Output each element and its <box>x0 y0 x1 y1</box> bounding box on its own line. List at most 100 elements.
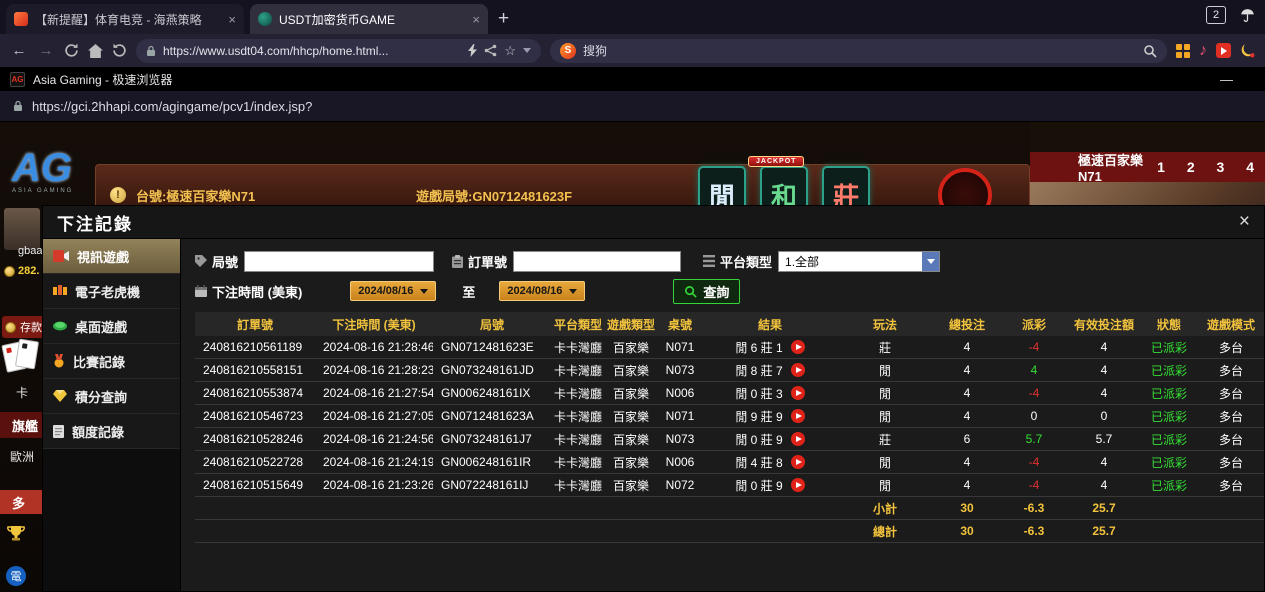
cell-order: 240816210528246 <box>195 432 315 446</box>
close-tab-icon[interactable]: × <box>228 12 236 27</box>
cell-order: 240816210546723 <box>195 409 315 423</box>
cell-game-mode: 多台 <box>1197 408 1264 425</box>
music-icon[interactable]: ♪ <box>1199 42 1207 60</box>
share-icon[interactable] <box>484 44 497 57</box>
lock-icon <box>13 100 23 112</box>
hall-item-multi[interactable]: 多 <box>0 490 42 514</box>
apps-grid-icon[interactable] <box>1176 44 1190 58</box>
hall-item-electronic[interactable]: 電 <box>6 566 26 586</box>
order-input[interactable] <box>513 251 681 272</box>
cell-total-bet: 4 <box>933 455 1001 469</box>
home-icon[interactable] <box>88 44 103 58</box>
ag-logo-subtext: ASIA GAMING <box>12 188 73 194</box>
game-area: AG ASIA GAMING ! 台號:極速百家樂N71 遊戲局號:GN0712… <box>0 122 1265 592</box>
sidebar-item-label: 桌面遊戲 <box>75 317 127 336</box>
total-bet: 30 <box>933 524 1001 538</box>
play-icon[interactable] <box>791 478 805 492</box>
address-bar[interactable]: https://www.usdt04.com/hhcp/home.html...… <box>136 39 541 63</box>
new-tab-button[interactable]: + <box>498 8 509 30</box>
cell-platform: 卡卡灣廳 <box>551 408 605 425</box>
round-input[interactable] <box>244 251 434 272</box>
trophy-icon[interactable] <box>6 524 26 549</box>
cell-table-number: N071 <box>657 340 703 354</box>
magnifier-icon[interactable] <box>1143 44 1157 58</box>
hall-item-flagship[interactable]: 旗艦 <box>0 412 42 438</box>
sidebar-item-match-records[interactable]: 比賽記錄 <box>43 344 180 379</box>
play-icon[interactable] <box>791 386 805 400</box>
query-button[interactable]: 查詢 <box>673 279 740 304</box>
sidebar-item-slots[interactable]: 電子老虎機 <box>43 274 180 309</box>
sidebar-item-label: 比賽記錄 <box>73 352 125 371</box>
back-icon[interactable]: ← <box>10 42 28 59</box>
info-icon[interactable]: ! <box>110 187 126 203</box>
play-icon[interactable] <box>791 363 805 377</box>
date-from-picker[interactable]: 2024/08/16 <box>350 281 436 301</box>
video-app-icon[interactable] <box>1216 43 1231 58</box>
cell-valid-bet: 4 <box>1067 340 1141 354</box>
ag-mini-icon: AG <box>10 72 25 87</box>
panel-table-title: 極速百家樂N71 <box>1078 150 1157 184</box>
window-count-badge[interactable]: 2 <box>1206 6 1226 24</box>
star-icon[interactable]: ☆ <box>504 43 516 59</box>
table-row: 240816210561189 2024-08-16 21:28:46 GN07… <box>195 336 1264 359</box>
browser-tab-usdt-game[interactable]: USDT加密货币GAME × <box>250 4 488 34</box>
cell-table-number: N073 <box>657 432 703 446</box>
cell-table-number: N006 <box>657 386 703 400</box>
cell-game-type: 百家樂 <box>605 454 657 471</box>
play-icon[interactable] <box>791 432 805 446</box>
order-filter-label: 訂單號 <box>452 252 507 271</box>
sidebar-item-label: 視訊遊戲 <box>77 247 129 266</box>
search-icon <box>684 285 697 298</box>
cell-game-type: 百家樂 <box>605 362 657 379</box>
date-to-picker[interactable]: 2024/08/16 <box>499 281 585 301</box>
night-mode-icon[interactable] <box>1240 43 1255 58</box>
play-icon[interactable] <box>791 340 805 354</box>
hall-item[interactable]: 卡 <box>16 384 28 401</box>
close-tab-icon[interactable]: × <box>472 12 480 27</box>
close-icon[interactable]: × <box>1239 211 1250 233</box>
modal-main: 局號 訂單號 <box>181 239 1264 591</box>
forward-icon[interactable]: → <box>37 42 55 59</box>
sidebar-item-points-query[interactable]: 積分查詢 <box>43 379 180 414</box>
sidebar-item-credit-records[interactable]: 額度記錄 <box>43 414 180 449</box>
avatar[interactable] <box>4 208 40 250</box>
bet-time-label: 下注時間 (美東) <box>195 282 302 301</box>
cell-valid-bet: 4 <box>1067 363 1141 377</box>
undo-icon[interactable] <box>112 43 127 58</box>
jackpot-badge: JACKPOT <box>748 156 804 167</box>
sogou-search-box[interactable]: S 搜狗 <box>550 39 1167 63</box>
platform-select[interactable]: 1.全部 <box>778 251 940 272</box>
play-icon[interactable] <box>791 455 805 469</box>
minimize-icon[interactable]: — <box>1220 72 1255 87</box>
app-address-bar[interactable]: https://gci.2hhapi.com/agingame/pcv1/ind… <box>0 91 1265 122</box>
cell-total-bet: 4 <box>933 478 1001 492</box>
hall-item-europe[interactable]: 歐洲 <box>10 448 34 465</box>
app-titlebar: AG Asia Gaming - 极速浏览器 — <box>0 67 1265 91</box>
to-label: 至 <box>462 282 475 301</box>
cell-valid-bet: 4 <box>1067 455 1141 469</box>
cell-game-type: 百家樂 <box>605 408 657 425</box>
cell-time: 2024-08-16 21:24:56 <box>315 432 433 446</box>
umbrella-icon[interactable] <box>1240 8 1255 23</box>
chevron-down-icon[interactable] <box>523 48 531 53</box>
table-row: 240816210522728 2024-08-16 21:24:19 GN00… <box>195 451 1264 474</box>
app-window-title: Asia Gaming - 极速浏览器 <box>33 71 1212 88</box>
subtotal-bet: 30 <box>933 501 1001 515</box>
bet-record-table: 訂單號 下注時間 (美東) 局號 平台類型 遊戲類型 桌號 結果 玩法 總投注 … <box>195 312 1264 543</box>
total-payout: -6.3 <box>1001 524 1067 538</box>
gem-icon <box>53 390 67 402</box>
lightning-icon[interactable] <box>468 44 477 57</box>
cell-round: GN073248161JD <box>433 363 551 377</box>
play-icon[interactable] <box>791 409 805 423</box>
select-arrow-icon[interactable] <box>922 252 939 271</box>
browser-tab-sports[interactable]: 【新提醒】体育电竞 - 海燕策略 × <box>6 4 244 34</box>
cell-table-number: N072 <box>657 478 703 492</box>
cell-result: 閒 6 莊 1 <box>703 339 837 356</box>
platform-filter-label: 平台類型 <box>703 252 772 271</box>
refresh-icon[interactable] <box>64 43 79 58</box>
sidebar-item-table-games[interactable]: 桌面遊戲 <box>43 309 180 344</box>
subtotal-payout: -6.3 <box>1001 501 1067 515</box>
sidebar-item-video-games[interactable]: 視訊遊戲 <box>43 239 180 274</box>
cell-total-bet: 4 <box>933 386 1001 400</box>
seat-numbers[interactable]: 1 2 3 4 <box>1157 159 1263 175</box>
